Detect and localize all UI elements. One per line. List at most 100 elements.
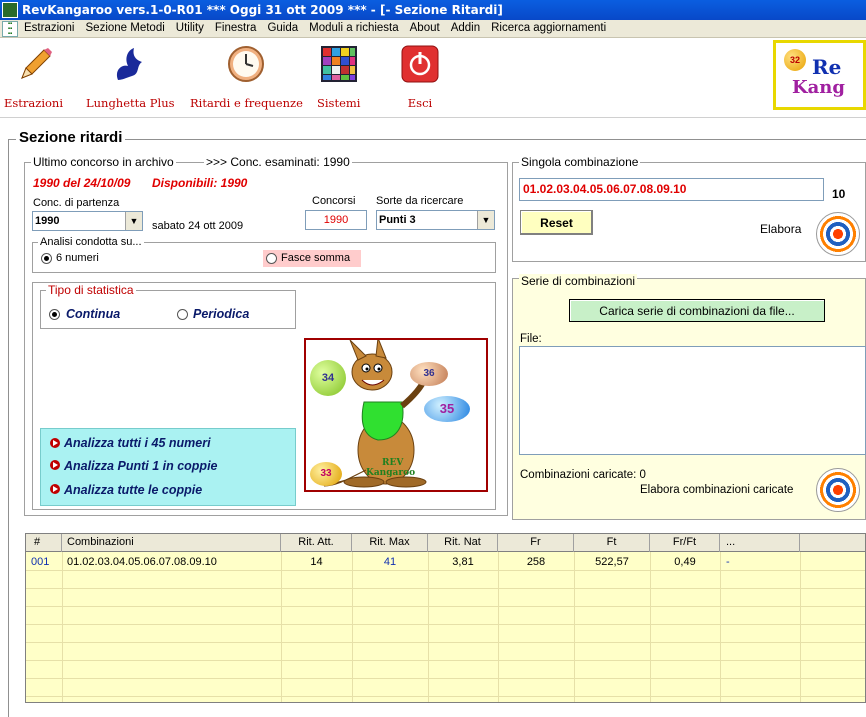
section-title: Sezione ritardi <box>16 129 126 146</box>
toolbar: Estrazioni Lunghetta Plus Ritardi e freq… <box>0 38 866 118</box>
kangaroo-illustration: 34 36 35 33 REV Kangaroo <box>304 338 488 492</box>
window-title: RevKangaroo vers.1-0-R01 *** Oggi 31 ott… <box>22 3 503 17</box>
reset-button[interactable]: Reset <box>520 210 593 235</box>
menu-utility[interactable]: Utility <box>176 22 204 34</box>
cell-combinazioni: 01.02.03.04.05.06.07.08.09.10 <box>67 556 217 568</box>
col-more[interactable]: ... <box>720 534 800 552</box>
results-grid[interactable]: # Combinazioni Rit. Att. Rit. Max Rit. N… <box>25 533 866 703</box>
concorsi-label: Concorsi <box>312 195 356 207</box>
cell-more: - <box>726 556 730 568</box>
col-fr[interactable]: Fr <box>498 534 574 552</box>
analizza-coppie-link[interactable]: Analizza tutte le coppie <box>64 483 202 497</box>
col-divider <box>650 552 651 702</box>
col-rit-max[interactable]: Rit. Max <box>352 534 428 552</box>
mdi-child-icon[interactable]: ▪▪ ▪▪ ▪▪ <box>2 21 18 37</box>
menu-finestra[interactable]: Finestra <box>215 22 257 34</box>
combination-count: 10 <box>832 187 846 201</box>
menu-moduli[interactable]: Moduli a richiesta <box>309 22 398 34</box>
grid-header: # Combinazioni Rit. Att. Rit. Max Rit. N… <box>26 534 865 552</box>
power-icon <box>401 45 439 83</box>
row-divider <box>26 678 865 679</box>
file-list[interactable] <box>519 346 866 455</box>
radio-6-numeri[interactable] <box>41 253 52 264</box>
examined-count: >>> Conc. esaminati: 1990 <box>204 155 352 169</box>
row-divider <box>26 642 865 643</box>
col-divider <box>574 552 575 702</box>
radio-periodica-label: Periodica <box>193 307 250 321</box>
combination-input[interactable]: 01.02.03.04.05.06.07.08.09.10 <box>519 178 824 201</box>
col-divider <box>352 552 353 702</box>
lunghetta-plus-button[interactable]: Lunghetta Plus <box>86 44 175 110</box>
kangaroo-text: Kangaroo <box>366 468 416 478</box>
rev-text: REV <box>382 458 404 468</box>
last-draw: 1990 del 24/10/09 <box>33 176 131 190</box>
row-divider <box>26 660 865 661</box>
app-icon <box>2 2 18 18</box>
row-divider <box>26 588 865 589</box>
cell-fr: 258 <box>526 556 546 568</box>
cell-rit-att: 14 <box>310 556 323 568</box>
ball-35: 35 <box>424 396 470 422</box>
menu-sezione-metodi[interactable]: Sezione Metodi <box>86 22 165 34</box>
col-empty <box>800 534 865 552</box>
radio-periodica[interactable] <box>177 309 188 320</box>
menu-about[interactable]: About <box>410 22 440 34</box>
col-divider <box>62 552 63 702</box>
load-file-button[interactable]: Carica serie di combinazioni da file... <box>569 299 825 322</box>
col-rit-att[interactable]: Rit. Att. <box>281 534 352 552</box>
ball-33: 33 <box>310 462 342 486</box>
analizza-45-link[interactable]: Analizza tutti i 45 numeri <box>64 436 211 450</box>
menu-ricerca[interactable]: Ricerca aggiornamenti <box>491 22 606 34</box>
menu-estrazioni[interactable]: Estrazioni <box>24 22 75 34</box>
file-label: File: <box>520 333 542 345</box>
chevron-down-icon[interactable]: ▼ <box>125 212 142 230</box>
cell-rit-max: 41 <box>383 556 397 568</box>
esci-button[interactable]: Esci <box>400 44 440 110</box>
section-border-top <box>8 139 866 140</box>
radio-fasce-somma-label: Fasce somma <box>281 252 351 264</box>
radio-continua[interactable] <box>49 309 60 320</box>
cell-rit-nat: 3,81 <box>452 556 474 568</box>
sistemi-button[interactable]: Sistemi <box>317 44 360 110</box>
radio-6-numeri-label: 6 numeri <box>56 252 99 264</box>
play-bullet-icon <box>50 484 60 494</box>
available-count: Disponibili: 1990 <box>152 176 248 190</box>
col-index[interactable]: # <box>26 534 62 552</box>
col-fr-ft[interactable]: Fr/Ft <box>650 534 720 552</box>
elabora-loaded-target-icon[interactable] <box>816 468 860 512</box>
ritardi-frequenze-button[interactable]: Ritardi e frequenze <box>190 44 303 110</box>
col-combinazioni[interactable]: Combinazioni <box>62 534 281 552</box>
col-ft[interactable]: Ft <box>574 534 650 552</box>
start-draw-combo[interactable]: 1990 ▼ <box>32 211 143 231</box>
statistica-title: Tipo di statistica <box>46 283 136 297</box>
title-bar: RevKangaroo vers.1-0-R01 *** Oggi 31 ott… <box>0 0 866 20</box>
loaded-count: Combinazioni caricate: 0 <box>520 469 646 481</box>
concorsi-input[interactable]: 1990 <box>305 210 367 230</box>
estrazioni-button[interactable]: Estrazioni <box>4 44 63 110</box>
singola-title: Singola combinazione <box>519 155 641 169</box>
analisi-title: Analisi condotta su... <box>38 236 144 248</box>
row-divider <box>26 624 865 625</box>
col-divider <box>800 552 801 702</box>
chevron-down-icon[interactable]: ▼ <box>477 211 494 229</box>
revkangaroo-logo: 32 Re Kang <box>773 40 866 110</box>
sorte-label: Sorte da ricercare <box>376 195 464 207</box>
col-divider <box>498 552 499 702</box>
col-rit-nat[interactable]: Rit. Nat <box>428 534 498 552</box>
cell-fr-ft: 0,49 <box>674 556 696 568</box>
radio-fasce-somma[interactable] <box>266 253 277 264</box>
menu-guida[interactable]: Guida <box>267 22 298 34</box>
play-bullet-icon <box>50 438 60 448</box>
radio-continua-label: Continua <box>66 307 121 321</box>
lottery-logo-icon <box>117 48 143 80</box>
pencil-icon <box>20 48 52 79</box>
start-label: Conc. di partenza <box>33 197 120 209</box>
grid-colors-icon <box>320 46 357 82</box>
play-bullet-icon <box>50 460 60 470</box>
analizza-punti1-link[interactable]: Analizza Punti 1 in coppie <box>64 459 218 473</box>
start-date: sabato 24 ott 2009 <box>152 220 244 232</box>
menu-addin[interactable]: Addin <box>451 22 480 34</box>
elabora-target-icon[interactable] <box>816 212 860 256</box>
archive-title: Ultimo concorso in archivo <box>31 155 176 169</box>
sorte-combo[interactable]: Punti 3 ▼ <box>376 210 495 230</box>
